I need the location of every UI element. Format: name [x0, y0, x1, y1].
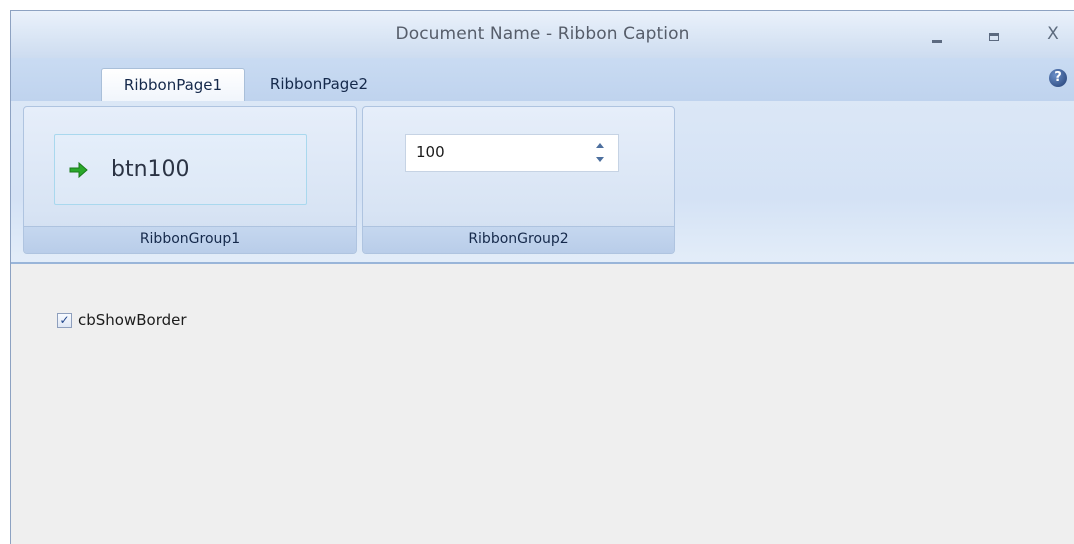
ribbon-group-1: btn100 RibbonGroup1: [23, 106, 357, 254]
client-area: ✓ cbShowBorder: [11, 264, 1074, 544]
maximize-button[interactable]: [981, 21, 1009, 47]
close-icon: X: [1047, 24, 1059, 44]
window-title: Document Name - Ribbon Caption: [395, 24, 690, 44]
show-border-checkbox-label[interactable]: cbShowBorder: [78, 311, 187, 329]
ribbon-group-caption: RibbonGroup2: [363, 226, 674, 253]
spin-down-icon[interactable]: [596, 157, 604, 162]
btn100-button[interactable]: btn100: [54, 134, 307, 205]
show-border-checkbox[interactable]: ✓: [57, 313, 72, 328]
close-button[interactable]: X: [1039, 21, 1067, 47]
spin-edit[interactable]: 100: [405, 134, 619, 172]
ribbon-group-2: 100 RibbonGroup2: [362, 106, 675, 254]
ribbon-group-caption: RibbonGroup1: [24, 226, 356, 253]
minimize-icon: [932, 40, 942, 43]
btn100-label: btn100: [111, 157, 190, 182]
maximize-icon: [989, 33, 999, 41]
ribbon-page-content: btn100 RibbonGroup1 100 RibbonGroup2: [11, 101, 1074, 264]
help-icon[interactable]: ?: [1049, 69, 1067, 87]
spin-edit-value[interactable]: 100: [416, 143, 445, 161]
title-bar: Document Name - Ribbon Caption X: [11, 11, 1074, 58]
green-arrow-right-icon: [69, 161, 88, 179]
minimize-button[interactable]: [924, 21, 952, 47]
tab-ribbonpage1[interactable]: RibbonPage1: [101, 68, 245, 102]
ribbon-tab-strip: RibbonPage1 RibbonPage2: [11, 58, 1074, 102]
spin-up-icon[interactable]: [596, 143, 604, 148]
application-window: Document Name - Ribbon Caption X RibbonP…: [10, 10, 1074, 544]
tab-ribbonpage2[interactable]: RibbonPage2: [257, 68, 381, 102]
